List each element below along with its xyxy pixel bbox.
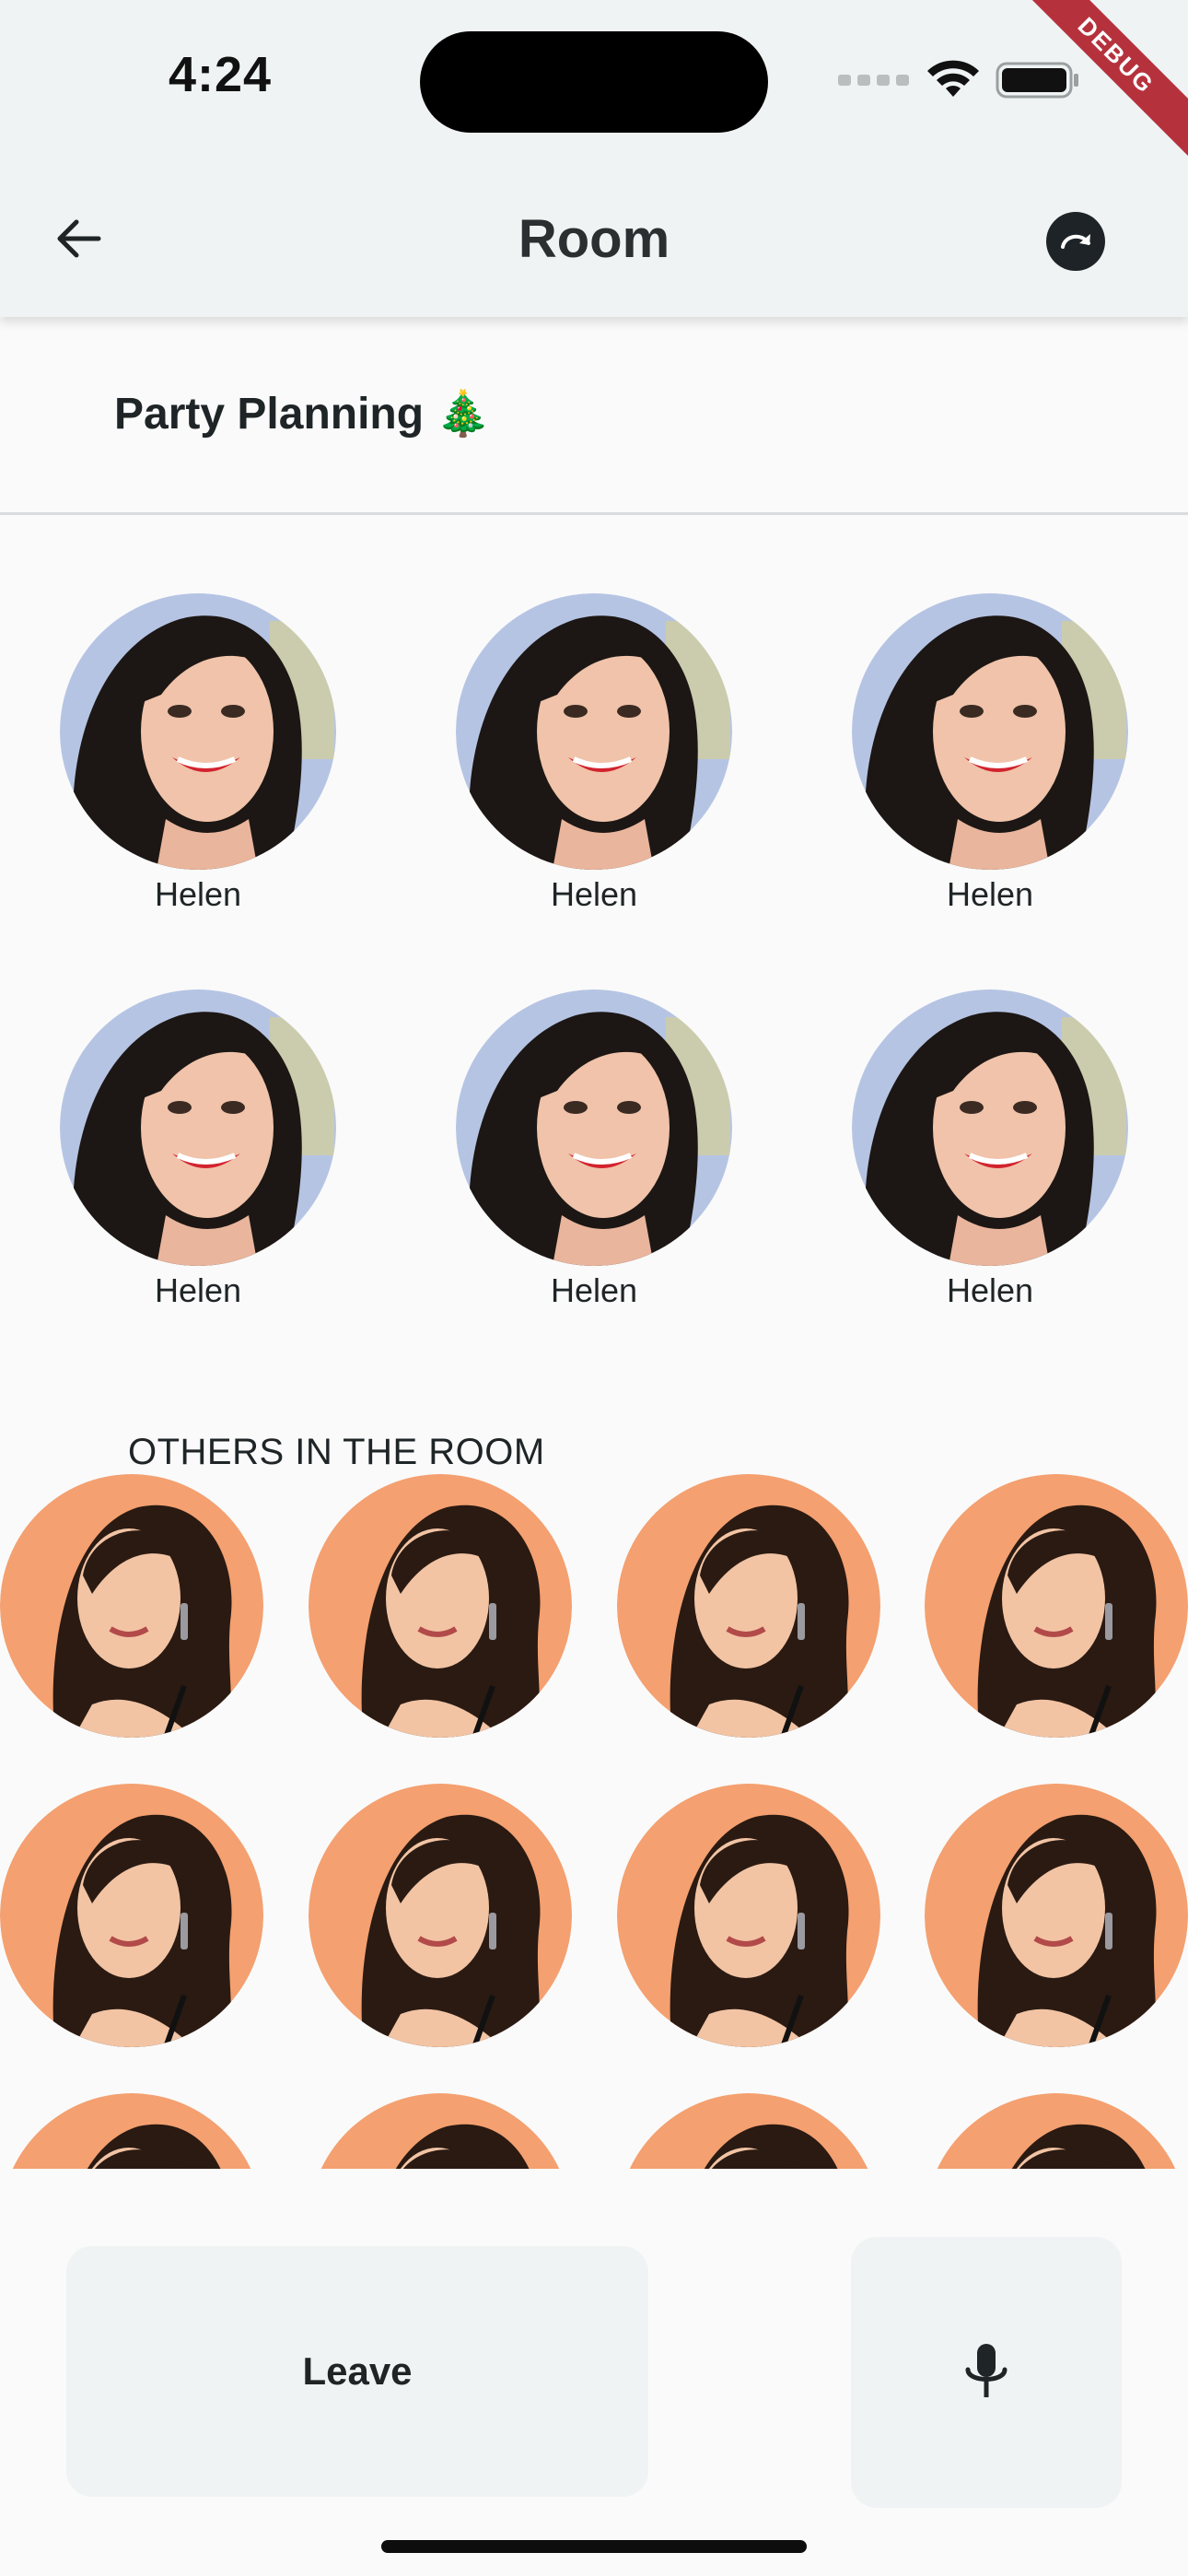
listener-avatar[interactable] xyxy=(0,1784,263,2047)
listener-avatar[interactable] xyxy=(925,1784,1188,2047)
listener-avatar[interactable] xyxy=(309,2093,572,2169)
room-header: Party Planning 🎄 xyxy=(0,317,1188,515)
listener-avatar[interactable] xyxy=(617,2093,880,2169)
refresh-button[interactable] xyxy=(1046,212,1105,271)
bottom-bar: Leave xyxy=(0,2169,1188,2576)
speaker-avatar xyxy=(60,989,336,1266)
speaker-tile[interactable]: Helen xyxy=(456,989,732,1312)
others-section-label: OTHERS IN THE ROOM xyxy=(128,1432,545,1472)
cellular-signal-icon xyxy=(838,75,909,86)
listener-avatar[interactable] xyxy=(0,2093,263,2169)
battery-icon xyxy=(996,62,1078,99)
leave-button[interactable]: Leave xyxy=(66,2246,648,2497)
redo-circle-icon xyxy=(1061,234,1090,249)
speaker-avatar xyxy=(60,593,336,870)
speaker-tile[interactable]: Helen xyxy=(852,989,1128,1312)
speaker-tile[interactable]: Helen xyxy=(456,593,732,916)
page-title: Room xyxy=(518,209,670,269)
speaker-name: Helen xyxy=(550,1271,638,1309)
speaker-tile[interactable]: Helen xyxy=(60,989,336,1312)
mic-button[interactable] xyxy=(851,2237,1122,2508)
listener-avatar[interactable] xyxy=(925,2093,1188,2169)
dynamic-island xyxy=(420,31,768,133)
listener-avatar[interactable] xyxy=(617,1784,880,2047)
wifi-icon xyxy=(927,60,979,97)
app-bar: 4:24 Room xyxy=(0,0,1188,317)
listener-avatar[interactable] xyxy=(0,1474,263,1738)
speaker-name: Helen xyxy=(550,875,638,913)
listener-avatar[interactable] xyxy=(309,1784,572,2047)
listeners-grid xyxy=(0,1474,1188,2169)
speaker-avatar xyxy=(456,593,732,870)
status-icons xyxy=(838,57,1080,103)
speaker-name: Helen xyxy=(154,1271,242,1309)
speaker-avatar xyxy=(852,593,1128,870)
home-indicator xyxy=(381,2540,807,2553)
speaker-tile[interactable]: Helen xyxy=(60,593,336,916)
speaker-avatar xyxy=(852,989,1128,1266)
arrow-left-icon xyxy=(57,219,101,258)
listener-avatar[interactable] xyxy=(925,1474,1188,1738)
room-title: Party Planning 🎄 xyxy=(114,390,492,439)
speaker-name: Helen xyxy=(154,875,242,913)
status-time: 4:24 xyxy=(169,47,273,102)
speaker-name: Helen xyxy=(946,1271,1034,1309)
speaker-avatar xyxy=(456,989,732,1266)
speaker-name: Helen xyxy=(946,875,1034,913)
back-button[interactable] xyxy=(46,206,111,271)
speaker-tile[interactable]: Helen xyxy=(852,593,1128,916)
microphone-icon xyxy=(965,2344,1007,2397)
listener-avatar[interactable] xyxy=(309,1474,572,1738)
listener-avatar[interactable] xyxy=(617,1474,880,1738)
